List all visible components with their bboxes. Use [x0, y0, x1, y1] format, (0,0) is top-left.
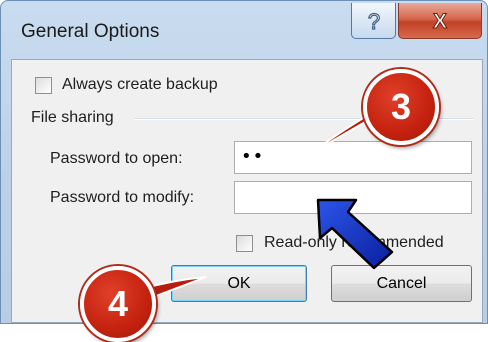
annotation-overlay [136, 107, 394, 304]
step4-badge: 4 [80, 266, 156, 342]
step3-badge: 3 [363, 69, 439, 145]
blue-arrow-icon [316, 198, 394, 270]
